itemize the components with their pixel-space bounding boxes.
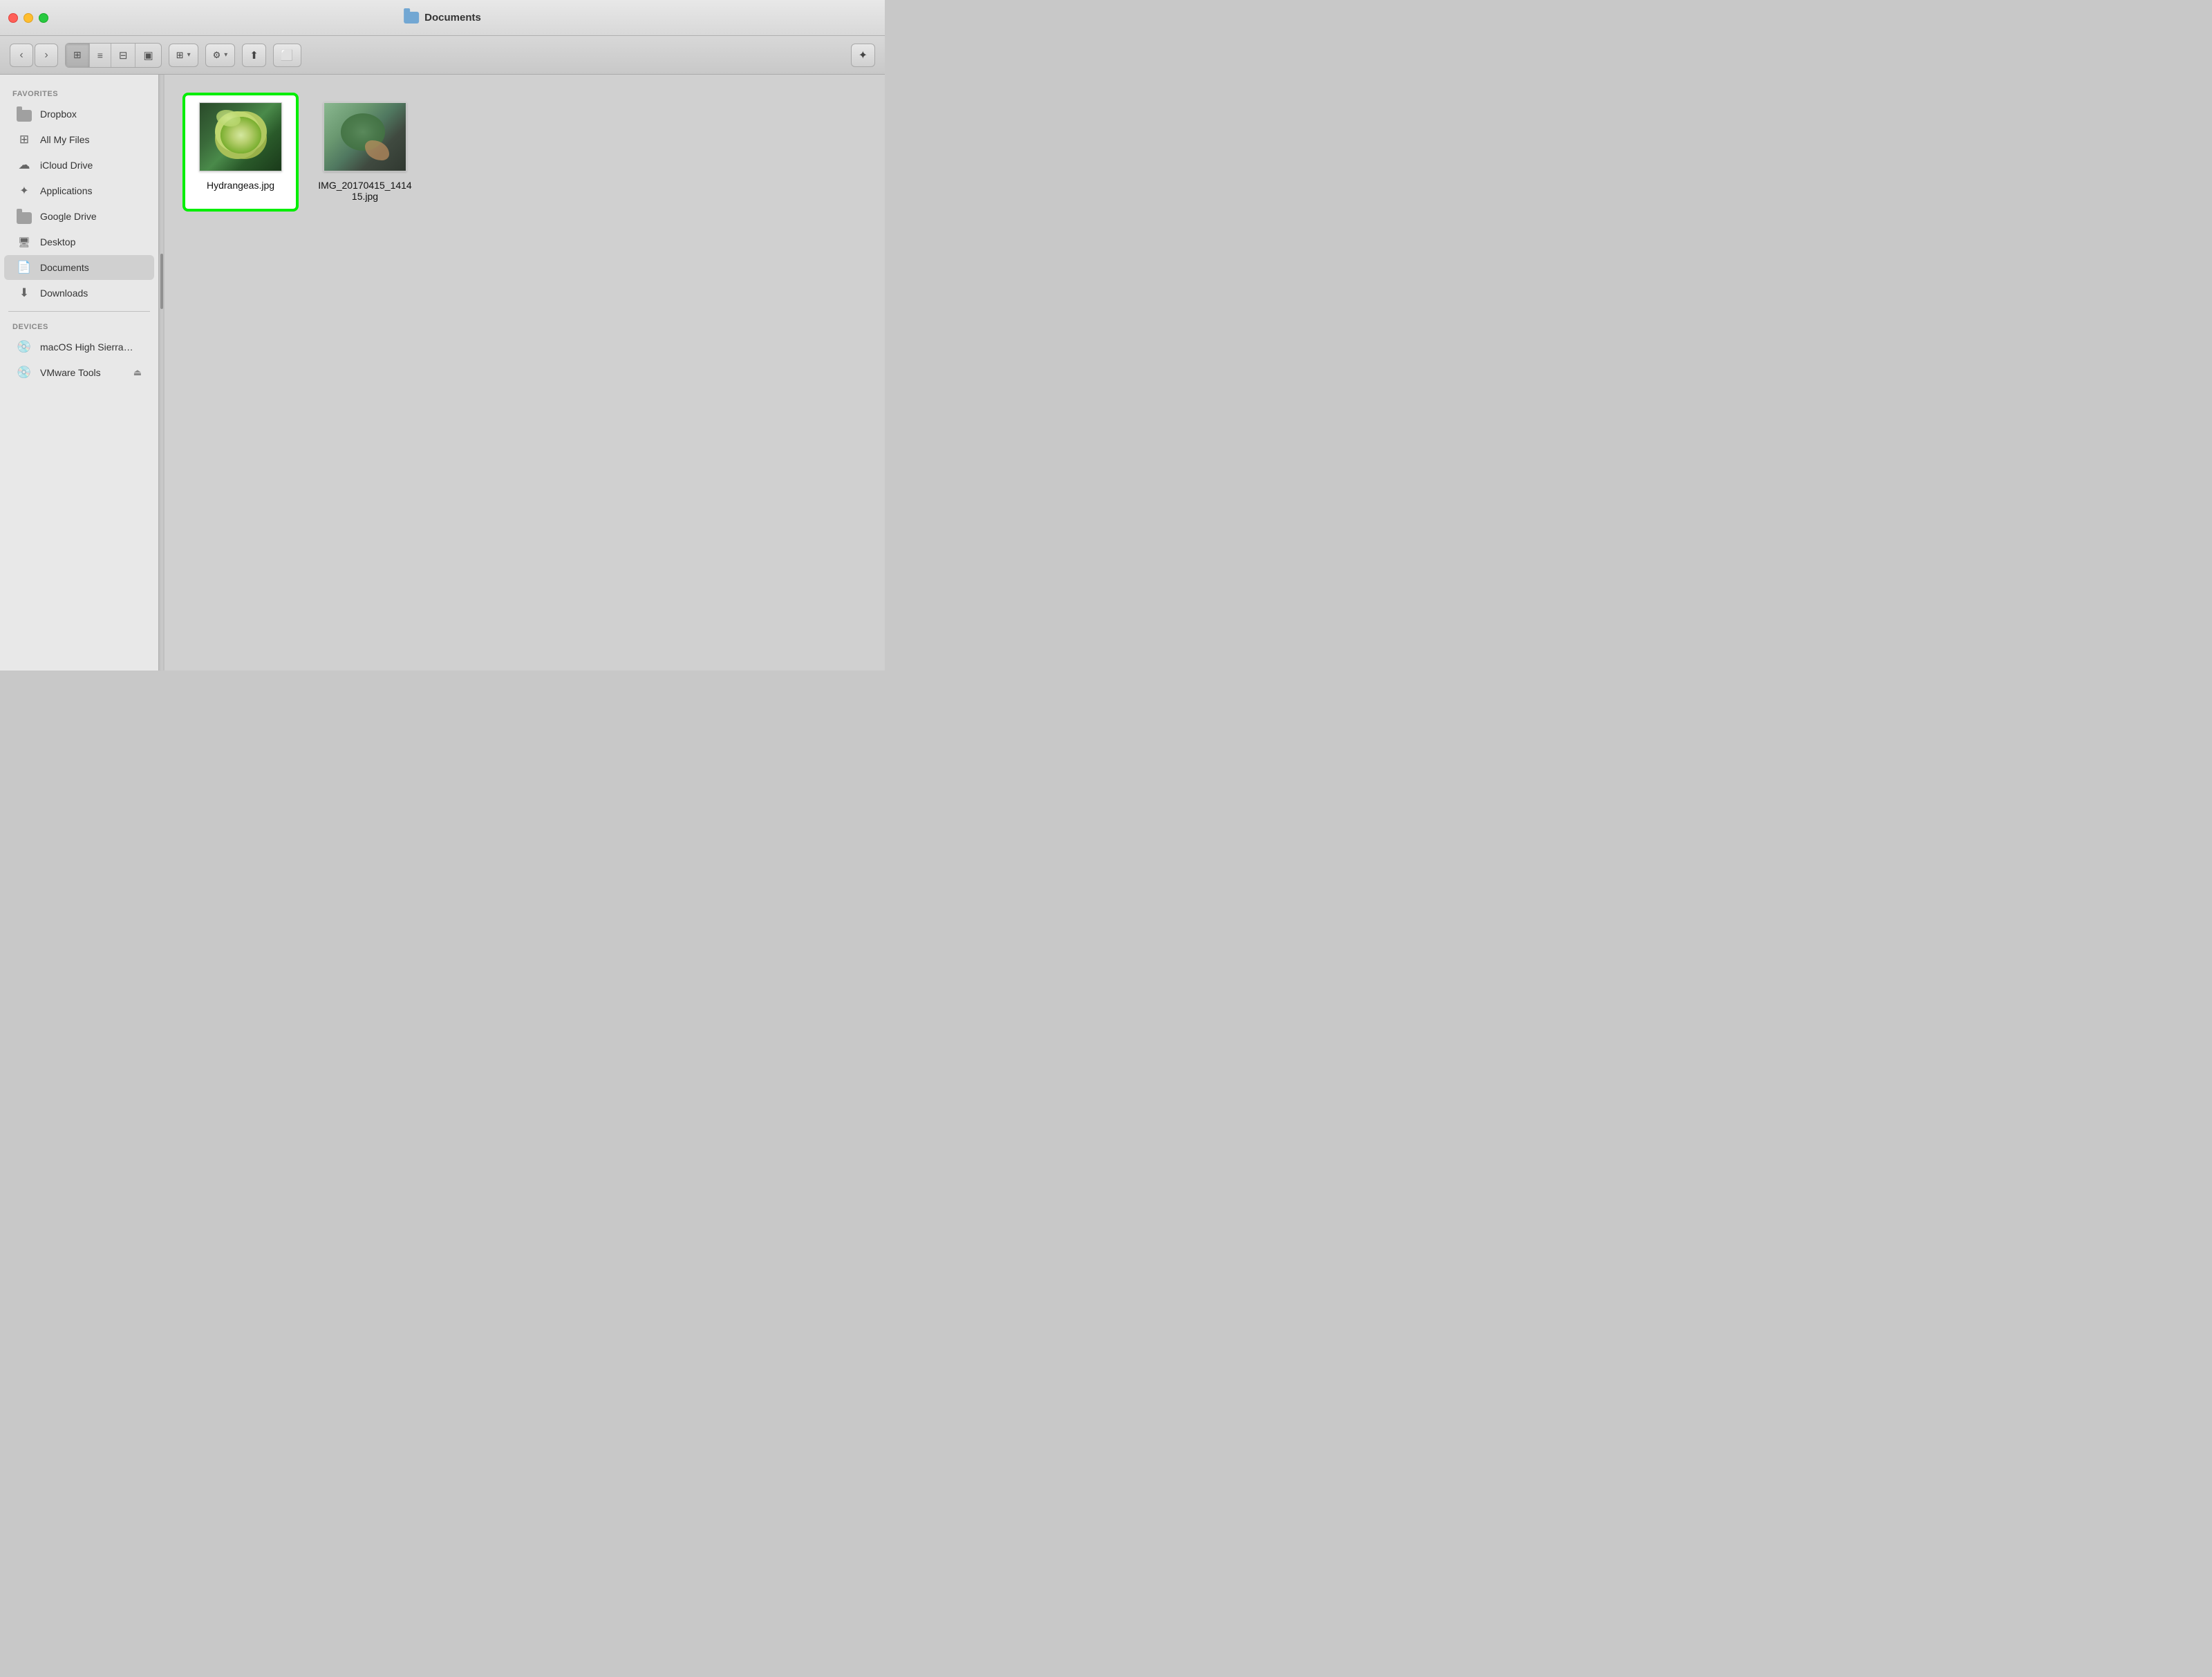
- tag-button[interactable]: ⬜: [273, 44, 301, 67]
- toolbar: ‹ › ⊞ ≡ ⊟ ▣ ⊞ ▾ ⚙ ▾ ⬆ ⬜ ✦: [0, 36, 885, 75]
- sidebar-label-downloads: Downloads: [40, 288, 88, 299]
- sidebar-item-applications[interactable]: ✦ Applications: [4, 178, 154, 203]
- traffic-lights: [8, 13, 48, 23]
- action-dropdown[interactable]: ⚙ ▾: [205, 44, 236, 67]
- sidebar-item-icloud-drive[interactable]: ☁ iCloud Drive: [4, 153, 154, 178]
- dropbox-button[interactable]: ✦: [851, 44, 875, 67]
- google-drive-folder-icon: [17, 209, 32, 224]
- sidebar-item-all-my-files[interactable]: ⊞ All My Files: [4, 127, 154, 152]
- sidebar-label-google-drive: Google Drive: [40, 211, 97, 222]
- gear-icon: ⚙: [213, 50, 221, 61]
- sidebar-item-vmware[interactable]: 💿 VMware Tools ⏏: [4, 360, 154, 385]
- sidebar-label-macos: macOS High Sierra…: [40, 341, 133, 353]
- view-list-button[interactable]: ≡: [90, 44, 111, 67]
- hard-drive-icon: 💿: [17, 339, 32, 355]
- file-thumbnail-img: [324, 102, 406, 171]
- share-button[interactable]: ⬆: [242, 44, 266, 67]
- sidebar-item-dropbox[interactable]: Dropbox: [4, 102, 154, 127]
- back-icon: ‹: [19, 49, 23, 62]
- forward-button[interactable]: ›: [35, 44, 58, 67]
- grid-view-icon: ⊞: [73, 49, 82, 61]
- view-icon-button[interactable]: ⊞: [66, 44, 90, 67]
- back-button[interactable]: ‹: [10, 44, 33, 67]
- nav-button-group: ‹ ›: [10, 44, 58, 67]
- window-title: Documents: [424, 12, 481, 24]
- action-chevron-icon: ▾: [224, 51, 227, 59]
- sidebar: Favorites Dropbox ⊞ All My Files ☁ iClou…: [0, 75, 159, 671]
- file-name-img: IMG_20170415_141415.jpg: [317, 180, 413, 202]
- list-view-icon: ≡: [97, 50, 103, 61]
- scrollbar-thumb[interactable]: [160, 254, 163, 309]
- sidebar-label-dropbox: Dropbox: [40, 109, 77, 120]
- sidebar-label-desktop: Desktop: [40, 236, 75, 247]
- main-content: Favorites Dropbox ⊞ All My Files ☁ iClou…: [0, 75, 885, 671]
- arrange-chevron-icon: ▾: [187, 51, 191, 59]
- documents-icon: 📄: [17, 260, 32, 275]
- arrange-icon: ⊞: [176, 50, 184, 61]
- img-preview: [324, 103, 406, 171]
- sidebar-label-all-my-files: All My Files: [40, 134, 90, 145]
- maximize-button[interactable]: [39, 13, 48, 23]
- sidebar-scrollbar[interactable]: [159, 75, 165, 671]
- dropbox-folder-icon: [17, 106, 32, 122]
- sidebar-item-downloads[interactable]: ⬇ Downloads: [4, 281, 154, 306]
- sidebar-item-macos[interactable]: 💿 macOS High Sierra…: [4, 335, 154, 359]
- downloads-icon: ⬇: [17, 285, 32, 301]
- columns-view-icon: ⊟: [119, 49, 128, 62]
- minimize-button[interactable]: [24, 13, 33, 23]
- sidebar-label-applications: Applications: [40, 185, 93, 196]
- view-columns-button[interactable]: ⊟: [111, 44, 136, 67]
- view-mode-group: ⊞ ≡ ⊟ ▣: [65, 43, 162, 68]
- disc-icon: 💿: [17, 365, 32, 380]
- toolbar-right: ✦: [851, 44, 875, 67]
- file-area: Hydrangeas.jpg IMG_20170415_141415.jpg: [165, 75, 885, 671]
- file-name-hydrangeas: Hydrangeas.jpg: [207, 180, 274, 191]
- cover-view-icon: ▣: [143, 49, 153, 62]
- sidebar-item-desktop[interactable]: 🖥 Desktop: [4, 229, 154, 254]
- devices-section-header: Devices: [0, 317, 158, 334]
- file-item-hydrangeas[interactable]: Hydrangeas.jpg: [185, 95, 296, 209]
- file-item-img[interactable]: IMG_20170415_141415.jpg: [310, 95, 420, 209]
- title-folder-icon: [404, 12, 419, 24]
- sidebar-label-vmware: VMware Tools: [40, 367, 101, 378]
- scrollbar-track: [160, 75, 163, 671]
- share-icon: ⬆: [250, 49, 259, 62]
- tag-icon: ⬜: [281, 49, 294, 62]
- forward-icon: ›: [44, 49, 48, 62]
- sidebar-item-documents[interactable]: 📄 Documents: [4, 255, 154, 280]
- favorites-section-header: Favorites: [0, 84, 158, 101]
- file-thumbnail-hydrangeas: [199, 102, 282, 171]
- arrange-dropdown[interactable]: ⊞ ▾: [169, 44, 198, 67]
- eject-icon[interactable]: ⏏: [133, 367, 142, 378]
- icloud-drive-icon: ☁: [17, 158, 32, 173]
- close-button[interactable]: [8, 13, 18, 23]
- view-cover-button[interactable]: ▣: [135, 44, 160, 67]
- sidebar-item-google-drive[interactable]: Google Drive: [4, 204, 154, 229]
- sidebar-divider: [8, 311, 150, 312]
- window-title-group: Documents: [404, 12, 481, 24]
- sidebar-label-icloud-drive: iCloud Drive: [40, 160, 93, 171]
- all-my-files-icon: ⊞: [17, 132, 32, 147]
- hydrangeas-preview: [200, 103, 281, 171]
- applications-icon: ✦: [17, 183, 32, 198]
- sidebar-label-documents: Documents: [40, 262, 89, 273]
- dropbox-icon: ✦: [859, 48, 868, 62]
- titlebar: Documents: [0, 0, 885, 36]
- desktop-icon: 🖥: [17, 234, 32, 250]
